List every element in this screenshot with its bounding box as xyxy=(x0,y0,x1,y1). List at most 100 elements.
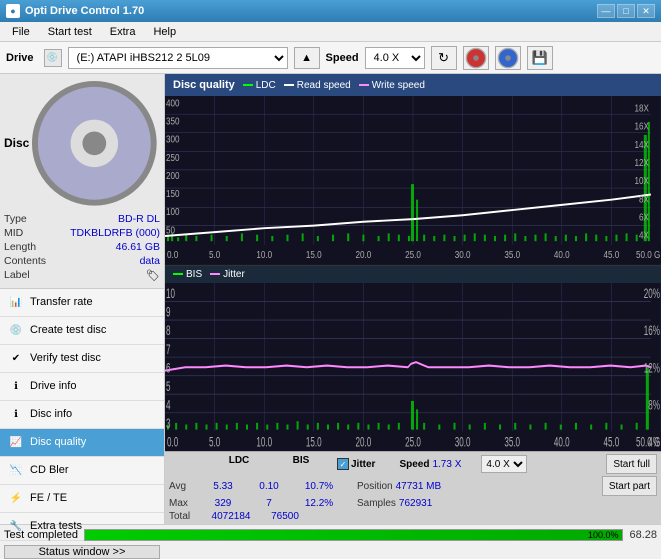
svg-text:30.0: 30.0 xyxy=(455,249,471,260)
jitter-max: 12.2% xyxy=(289,498,349,509)
ldc-max: 329 xyxy=(197,498,249,509)
titlebar: ● Opti Drive Control 1.70 — □ ✕ xyxy=(0,0,661,22)
close-button[interactable]: ✕ xyxy=(637,4,655,18)
bis-legend-label: BIS xyxy=(186,269,202,280)
legend-write-speed: Write speed xyxy=(359,80,425,91)
nav-fe-te[interactable]: ⚡ FE / TE xyxy=(0,485,164,513)
avg-label: Avg xyxy=(169,481,197,492)
svg-text:30.0: 30.0 xyxy=(455,435,471,450)
position-label: Position xyxy=(357,481,393,492)
app-icon: ● xyxy=(6,4,20,18)
svg-text:10.0: 10.0 xyxy=(256,249,272,260)
svg-text:45.0: 45.0 xyxy=(604,249,620,260)
svg-text:40.0: 40.0 xyxy=(554,435,570,450)
start-full-button[interactable]: Start full xyxy=(606,454,657,474)
svg-text:5: 5 xyxy=(166,379,171,394)
label-icon: 🏷 xyxy=(146,269,160,282)
save-icon[interactable]: 💾 xyxy=(527,46,553,70)
svg-text:14X: 14X xyxy=(634,139,648,150)
svg-text:50.0 GB: 50.0 GB xyxy=(636,249,661,260)
nav-menu: 📊 Transfer rate 💿 Create test disc ✔ Ver… xyxy=(0,289,164,541)
jitter-legend: Jitter xyxy=(210,269,245,280)
svg-text:6X: 6X xyxy=(639,212,649,223)
menu-extra[interactable]: Extra xyxy=(102,24,144,40)
jitter-checkbox[interactable]: ✓ xyxy=(337,458,349,470)
nav-transfer-rate[interactable]: 📊 Transfer rate xyxy=(0,289,164,317)
svg-text:10: 10 xyxy=(166,287,175,302)
start-part-button[interactable]: Start part xyxy=(602,476,657,496)
stats-right-buttons: Start full xyxy=(606,454,657,474)
nav-cd-bler[interactable]: 📉 CD Bler xyxy=(0,457,164,485)
nav-disc-info[interactable]: ℹ Disc info xyxy=(0,401,164,429)
mid-value: TDKBLDRFB (000) xyxy=(70,227,160,239)
nav-drive-info-label: Drive info xyxy=(30,380,76,392)
maximize-button[interactable]: □ xyxy=(617,4,635,18)
svg-text:12%: 12% xyxy=(644,361,660,376)
svg-text:4X: 4X xyxy=(639,230,649,241)
minimize-button[interactable]: — xyxy=(597,4,615,18)
svg-text:12X: 12X xyxy=(634,157,648,168)
menu-file[interactable]: File xyxy=(4,24,38,40)
charts-area: 18X 16X 14X 12X 10X 8X 6X 4X 400 350 300 xyxy=(165,96,661,451)
svg-text:5.0: 5.0 xyxy=(209,435,220,450)
svg-text:8: 8 xyxy=(166,324,171,339)
nav-verify-test-disc[interactable]: ✔ Verify test disc xyxy=(0,345,164,373)
svg-text:20%: 20% xyxy=(644,287,660,302)
nav-transfer-rate-label: Transfer rate xyxy=(30,296,93,308)
max-label: Max xyxy=(169,498,197,509)
svg-text:20.0: 20.0 xyxy=(356,249,372,260)
bis-color xyxy=(173,273,183,275)
transfer-rate-icon: 📊 xyxy=(8,294,24,310)
menu-start-test[interactable]: Start test xyxy=(40,24,100,40)
chart-title: Disc quality xyxy=(173,79,235,91)
jitter-header: Jitter xyxy=(351,459,375,470)
svg-text:16X: 16X xyxy=(634,121,648,132)
eject-button[interactable]: ▲ xyxy=(294,47,320,69)
nav-cd-bler-label: CD Bler xyxy=(30,464,69,476)
disc-quality-icon: 📈 xyxy=(8,434,24,450)
bis-total: 76500 xyxy=(265,511,305,522)
stats-bar: LDC BIS ✓ Jitter Speed 1.73 X 4.0 X xyxy=(165,451,661,524)
nav-verify-test-label: Verify test disc xyxy=(30,352,101,364)
svg-text:7: 7 xyxy=(166,342,171,357)
svg-text:8%: 8% xyxy=(648,398,660,413)
refresh-icon[interactable]: ↻ xyxy=(431,46,457,70)
disc-blue-icon[interactable] xyxy=(495,46,521,70)
svg-text:35.0: 35.0 xyxy=(504,435,520,450)
status-window-button[interactable]: Status window >> xyxy=(4,545,160,559)
svg-text:25.0: 25.0 xyxy=(405,435,421,450)
length-value: 46.61 GB xyxy=(116,241,160,253)
contents-value: data xyxy=(140,255,160,267)
progress-bar: 100.0% xyxy=(84,529,623,541)
write-speed-legend-label: Write speed xyxy=(372,80,425,91)
svg-text:15.0: 15.0 xyxy=(306,435,322,450)
svg-text:15.0: 15.0 xyxy=(306,249,322,260)
svg-text:3: 3 xyxy=(166,416,171,431)
speed-stat-val: 1.73 X xyxy=(432,459,461,470)
menu-help[interactable]: Help xyxy=(145,24,184,40)
disc-red-icon[interactable] xyxy=(463,46,489,70)
nav-create-test-disc[interactable]: 💿 Create test disc xyxy=(0,317,164,345)
bottom-chart-header: BIS Jitter xyxy=(165,265,661,283)
label-label: Label xyxy=(4,269,30,282)
write-speed-color xyxy=(359,84,369,86)
speed-select[interactable]: 4.0 X xyxy=(365,47,425,69)
legend-ldc: LDC xyxy=(243,80,276,91)
nav-drive-info[interactable]: ℹ Drive info xyxy=(0,373,164,401)
drive-select[interactable]: (E:) ATAPI iHBS212 2 5L09 xyxy=(68,47,288,69)
fe-te-icon: ⚡ xyxy=(8,490,24,506)
disc-info-icon: ℹ xyxy=(8,406,24,422)
top-chart: 18X 16X 14X 12X 10X 8X 6X 4X 400 350 300 xyxy=(165,96,661,265)
ldc-total: 4072184 xyxy=(205,511,257,522)
speed-target-select[interactable]: 4.0 X xyxy=(481,455,527,473)
svg-text:250: 250 xyxy=(166,152,180,163)
svg-text:9: 9 xyxy=(166,305,171,320)
ldc-color xyxy=(243,84,253,86)
nav-disc-quality-label: Disc quality xyxy=(30,436,86,448)
nav-disc-quality[interactable]: 📈 Disc quality xyxy=(0,429,164,457)
jitter-avg: 10.7% xyxy=(289,481,349,492)
svg-text:10.0: 10.0 xyxy=(256,435,272,450)
total-label: Total xyxy=(169,511,197,522)
svg-text:16%: 16% xyxy=(644,324,660,339)
nav-fe-te-label: FE / TE xyxy=(30,492,67,504)
